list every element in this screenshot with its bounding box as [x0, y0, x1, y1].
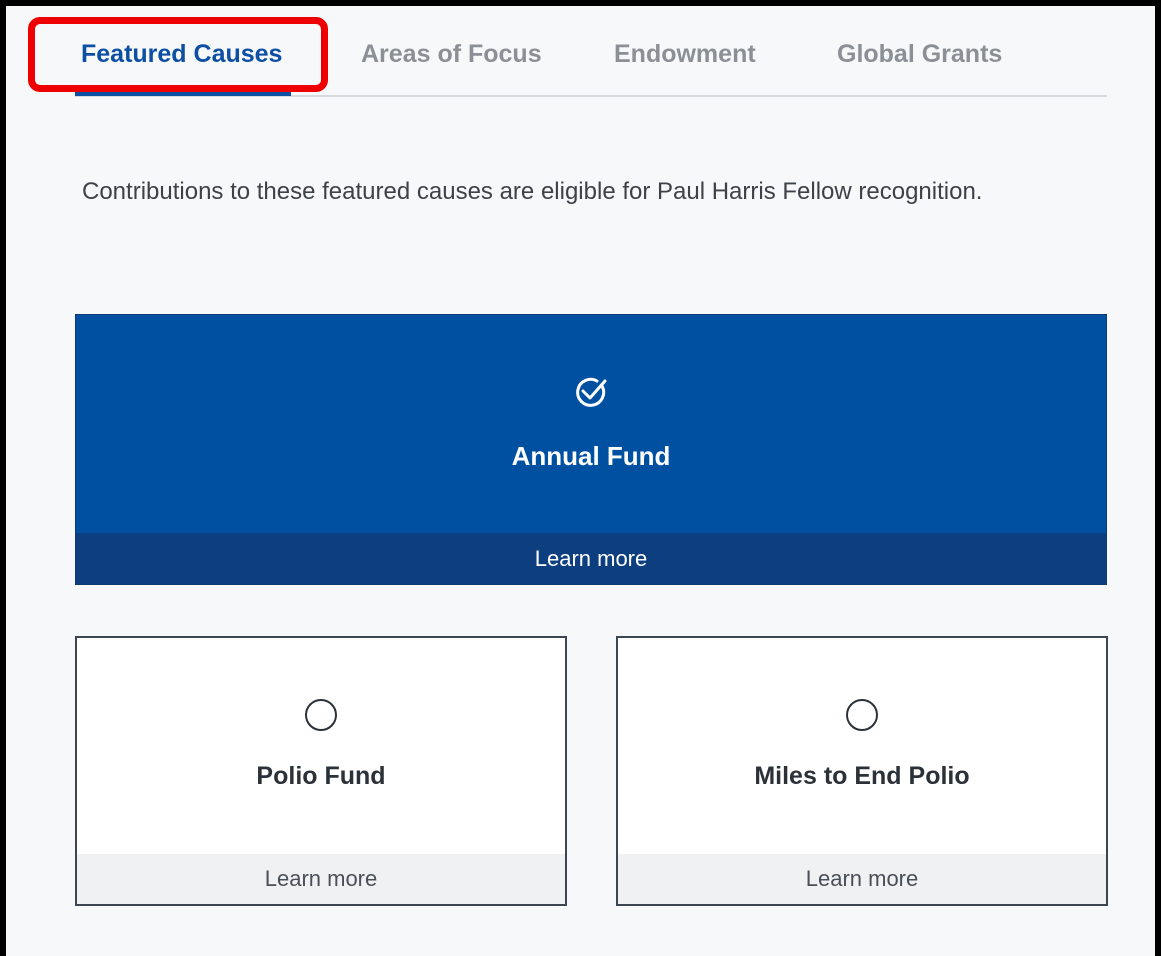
- active-tab-indicator: [75, 91, 291, 96]
- annual-fund-title: Annual Fund: [511, 441, 671, 471]
- empty-circle-icon: [845, 698, 879, 732]
- polio-fund-learn-more[interactable]: Learn more: [77, 854, 565, 904]
- polio-fund-title: Polio Fund: [256, 762, 386, 790]
- polio-fund-card[interactable]: Polio Fund Learn more: [75, 636, 567, 906]
- tab-endowment[interactable]: Endowment: [614, 40, 756, 69]
- annual-fund-card[interactable]: Annual Fund Learn more: [75, 314, 1107, 585]
- page-frame: Featured Causes Areas of Focus Endowment…: [0, 0, 1161, 956]
- tab-featured-causes[interactable]: Featured Causes: [81, 40, 282, 69]
- tab-bar: Featured Causes Areas of Focus Endowment…: [75, 6, 1107, 97]
- annual-fund-learn-more[interactable]: Learn more: [76, 533, 1106, 584]
- miles-to-end-polio-title: Miles to End Polio: [754, 762, 970, 790]
- miles-to-end-polio-card[interactable]: Miles to End Polio Learn more: [616, 636, 1108, 906]
- tab-global-grants[interactable]: Global Grants: [837, 40, 1002, 69]
- miles-to-end-polio-learn-more[interactable]: Learn more: [618, 854, 1106, 904]
- check-circle-icon: [572, 373, 610, 411]
- description-text: Contributions to these featured causes a…: [82, 178, 983, 205]
- empty-circle-icon: [304, 698, 338, 732]
- tab-areas-of-focus[interactable]: Areas of Focus: [361, 40, 542, 69]
